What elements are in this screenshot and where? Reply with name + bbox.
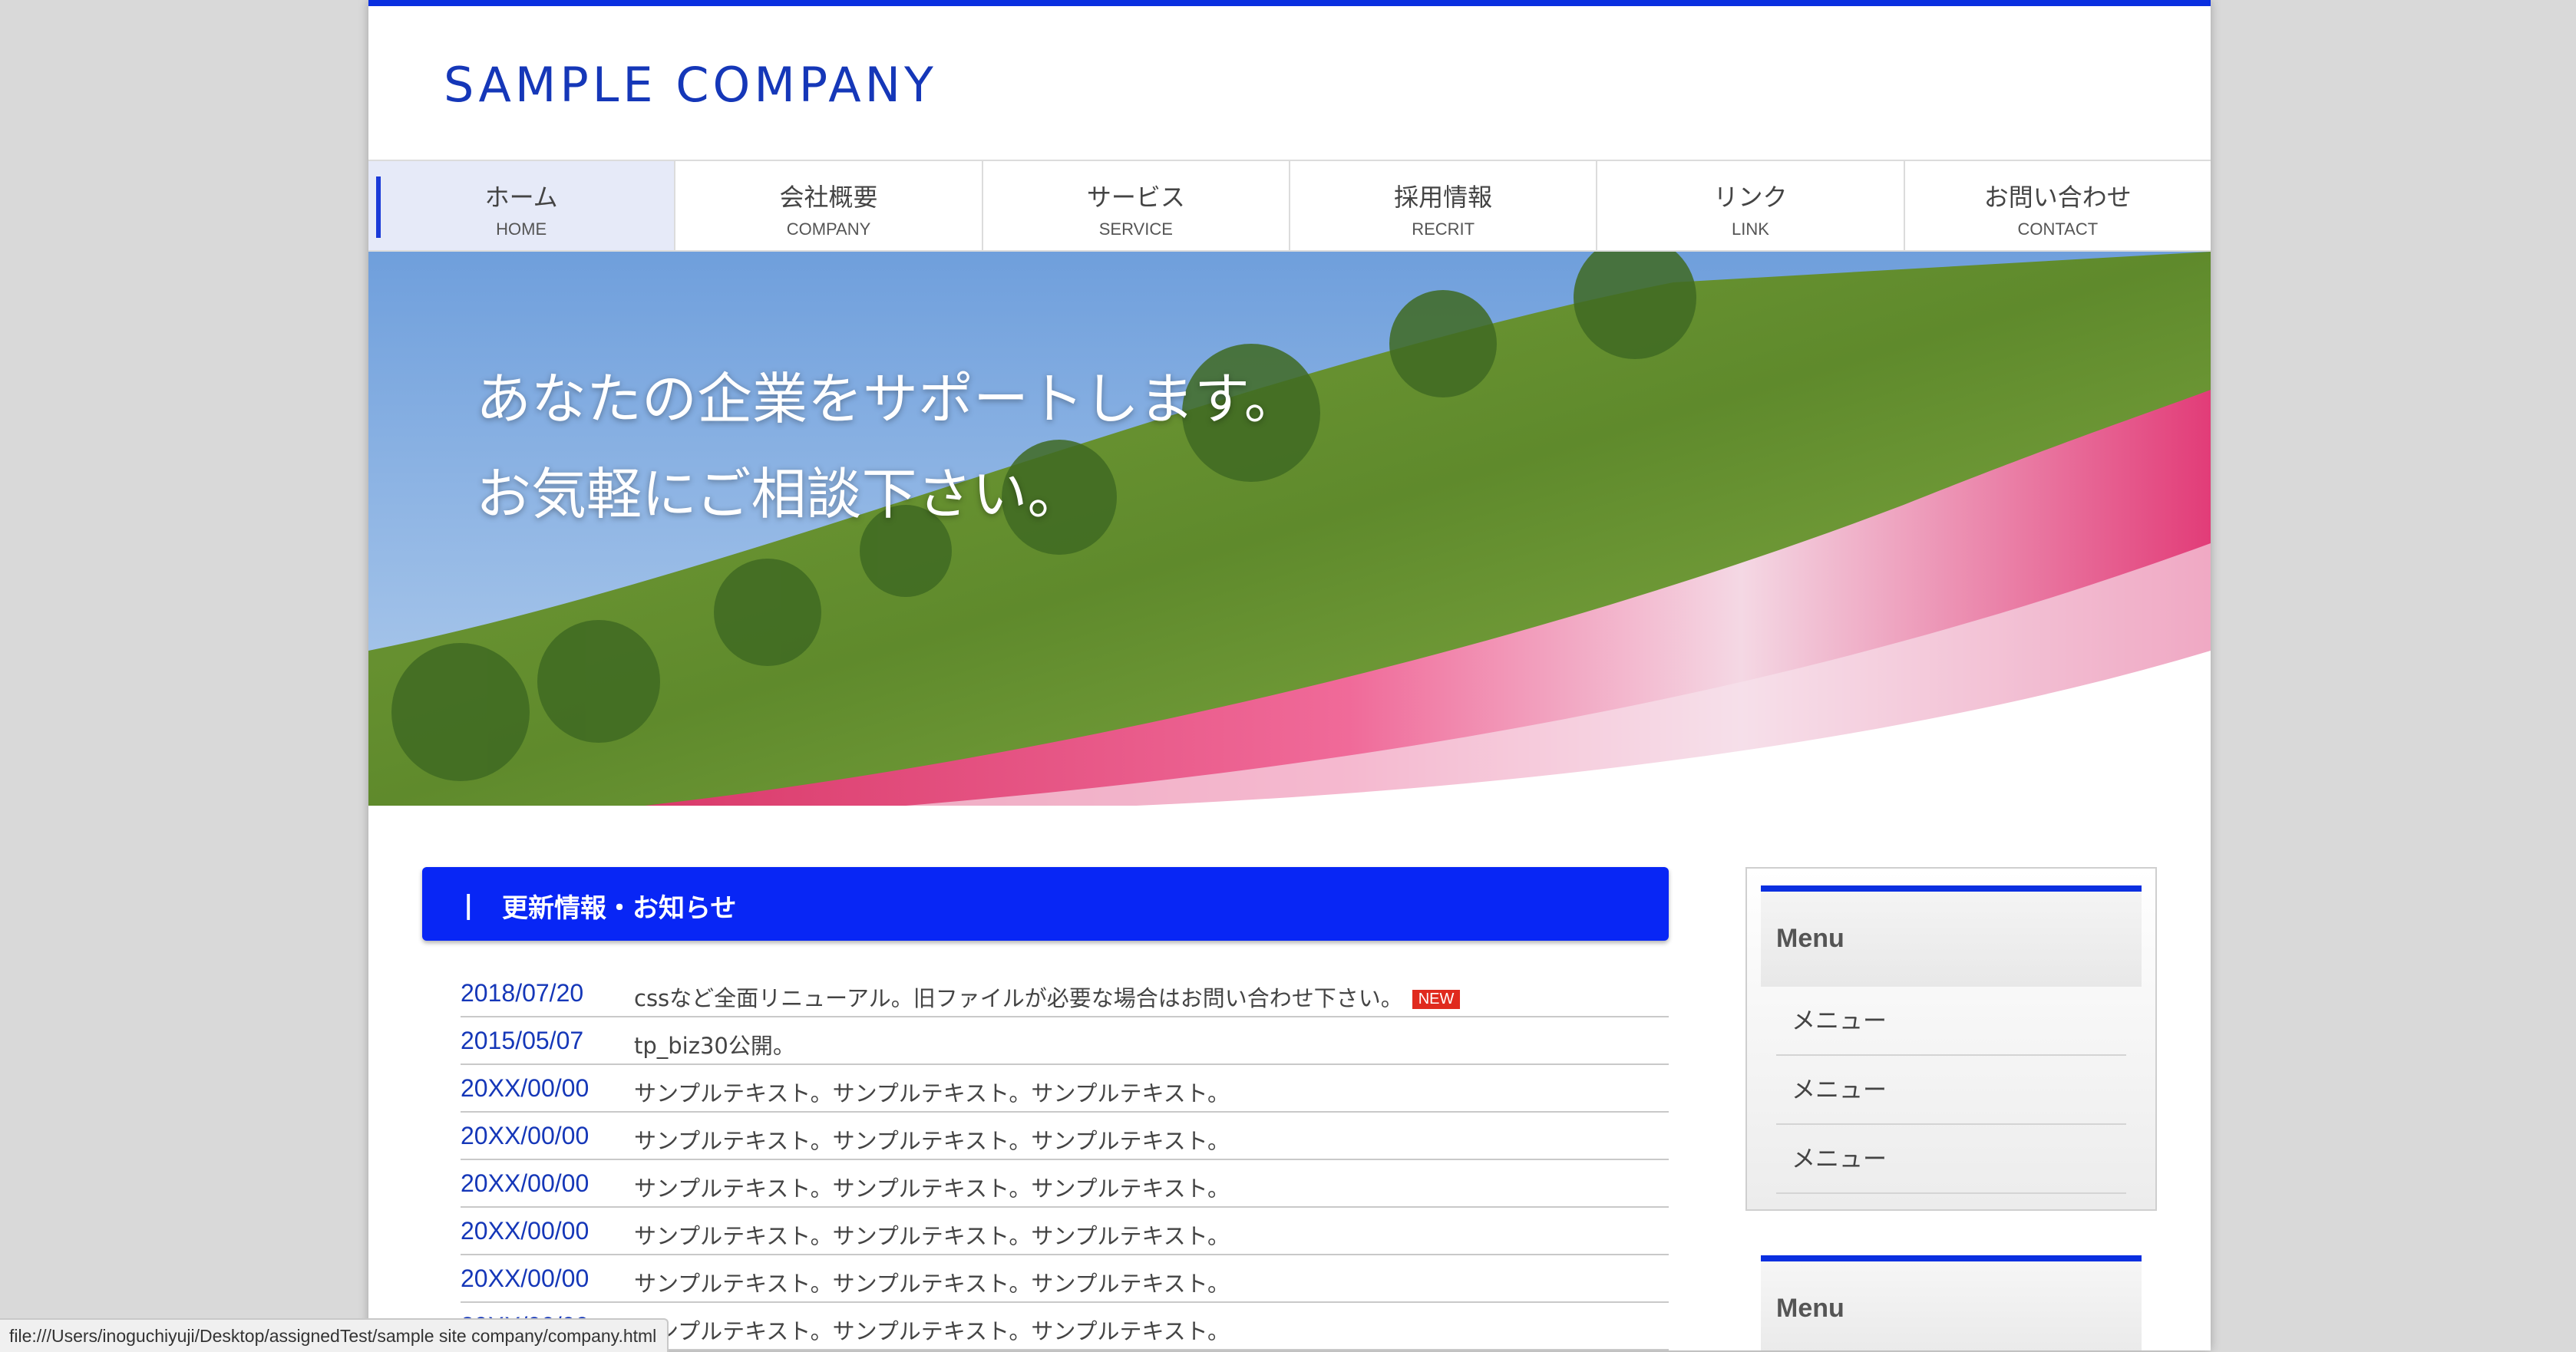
news-item: 20XX/00/00 サンプルテキスト。サンプルテキスト。サンプルテキスト。 — [461, 1065, 1669, 1113]
sidebar-links: メニュー メニュー メニュー — [1776, 987, 2126, 1194]
sidebar-accent-bar — [1761, 885, 2142, 892]
nav-item-company[interactable]: 会社概要 COMPANY — [675, 161, 983, 250]
site-logo[interactable]: SAMPLE COMPANY — [444, 57, 937, 113]
news-date: 20XX/00/00 — [461, 1265, 590, 1292]
news-heading: | 更新情報・お知らせ — [422, 867, 1669, 941]
hero-banner: あなたの企業をサポートします。 お気軽にご相談下さい。 — [368, 252, 2211, 806]
nav-label: お問い合わせ — [1983, 183, 2132, 212]
nav-item-contact[interactable]: お問い合わせ CONTACT — [1904, 161, 2211, 250]
news-date: 20XX/00/00 — [461, 1122, 590, 1149]
hero-line-1: あなたの企業をサポートします。 — [476, 367, 1300, 431]
news-text-body: cssなど全面リニューアル。旧ファイルが必要な場合はお問い合わせ下さい。 — [634, 985, 1403, 1011]
nav-label: ホーム — [484, 183, 558, 212]
news-item: 20XX/00/00 サンプルテキスト。サンプルテキスト。サンプルテキスト。 — [461, 1255, 1669, 1303]
nav-item-recruit[interactable]: 採用情報 RECRIT — [1290, 161, 1598, 250]
sidebar-link[interactable]: メニュー — [1776, 987, 2126, 1056]
news-text: サンプルテキスト。サンプルテキスト。サンプルテキスト。 — [634, 1318, 1230, 1344]
nav-sublabel: HOME — [496, 219, 547, 239]
news-date: 2015/05/07 — [461, 1027, 584, 1054]
sidebar-link[interactable]: メニュー — [1776, 1125, 2126, 1194]
news-text: サンプルテキスト。サンプルテキスト。サンプルテキスト。 — [634, 1223, 1230, 1249]
news-text: cssなど全面リニューアル。旧ファイルが必要な場合はお問い合わせ下さい。 NEW — [634, 981, 1461, 1013]
nav-sublabel: COMPANY — [786, 219, 871, 239]
sidebar-menu-title: Menu — [1776, 924, 1844, 953]
nav-item-service[interactable]: サービス SERVICE — [983, 161, 1290, 250]
sidebar-menu-box: Menu メニュー メニュー メニュー — [1745, 867, 2157, 1211]
news-date: 20XX/00/00 — [461, 1074, 590, 1102]
news-text: サンプルテキスト。サンプルテキスト。サンプルテキスト。 — [634, 1080, 1230, 1106]
nav-sublabel: LINK — [1732, 219, 1769, 239]
news-date: 20XX/00/00 — [461, 1169, 590, 1197]
news-text: サンプルテキスト。サンプルテキスト。サンプルテキスト。 — [634, 1128, 1230, 1154]
news-text: tp_biz30公開。 — [634, 1033, 795, 1059]
nav-label: 採用情報 — [1394, 183, 1493, 212]
sidebar-link[interactable]: メニュー — [1776, 1056, 2126, 1125]
top-accent-bar — [368, 0, 2211, 6]
nav-item-link[interactable]: リンク LINK — [1597, 161, 1905, 250]
news-date: 2018/07/20 — [461, 979, 584, 1007]
nav-label: 会社概要 — [779, 183, 878, 212]
news-text: サンプルテキスト。サンプルテキスト。サンプルテキスト。 — [634, 1176, 1230, 1202]
news-item: 20XX/00/00 サンプルテキスト。サンプルテキスト。サンプルテキスト。 — [461, 1160, 1669, 1208]
news-item: 20XX/00/00 サンプルテキスト。サンプルテキスト。サンプルテキスト。 — [461, 1208, 1669, 1255]
nav-sublabel: CONTACT — [2017, 219, 2099, 239]
nav-label: リンク — [1713, 183, 1788, 212]
new-badge: NEW — [1412, 990, 1461, 1009]
hero-line-2: お気軽にご相談下さい。 — [476, 462, 1083, 526]
news-item: 2018/07/20 cssなど全面リニューアル。旧ファイルが必要な場合はお問い… — [461, 970, 1669, 1017]
news-text: サンプルテキスト。サンプルテキスト。サンプルテキスト。 — [634, 1271, 1230, 1297]
news-list: 2018/07/20 cssなど全面リニューアル。旧ファイルが必要な場合はお問い… — [461, 970, 1669, 1350]
nav-sublabel: SERVICE — [1098, 219, 1173, 239]
browser-status-bar: file:///Users/inoguchiyuji/Desktop/assig… — [0, 1318, 669, 1352]
hero-catchcopy: あなたの企業をサポートします。 お気軽にご相談下さい。 — [476, 351, 1300, 542]
nav-label: サービス — [1086, 183, 1185, 212]
news-item: 2015/05/07 tp_biz30公開。 — [461, 1017, 1669, 1065]
nav-sublabel: RECRIT — [1412, 219, 1475, 239]
news-heading-title: 更新情報・お知らせ — [502, 893, 737, 924]
news-date: 20XX/00/00 — [461, 1217, 590, 1245]
sidebar-menu-box-2: Menu — [1761, 1255, 2142, 1350]
news-item: 20XX/00/00 サンプルテキスト。サンプルテキスト。サンプルテキスト。 — [461, 1113, 1669, 1160]
global-nav: ホーム HOME 会社概要 COMPANY サービス SERVICE 採用情報 … — [368, 160, 2211, 252]
sidebar-menu-title: Menu — [1776, 1294, 1844, 1323]
heading-marker: | — [464, 890, 474, 921]
page: SAMPLE COMPANY ホーム HOME 会社概要 COMPANY サービ… — [368, 0, 2211, 1350]
nav-item-home[interactable]: ホーム HOME — [368, 161, 676, 250]
